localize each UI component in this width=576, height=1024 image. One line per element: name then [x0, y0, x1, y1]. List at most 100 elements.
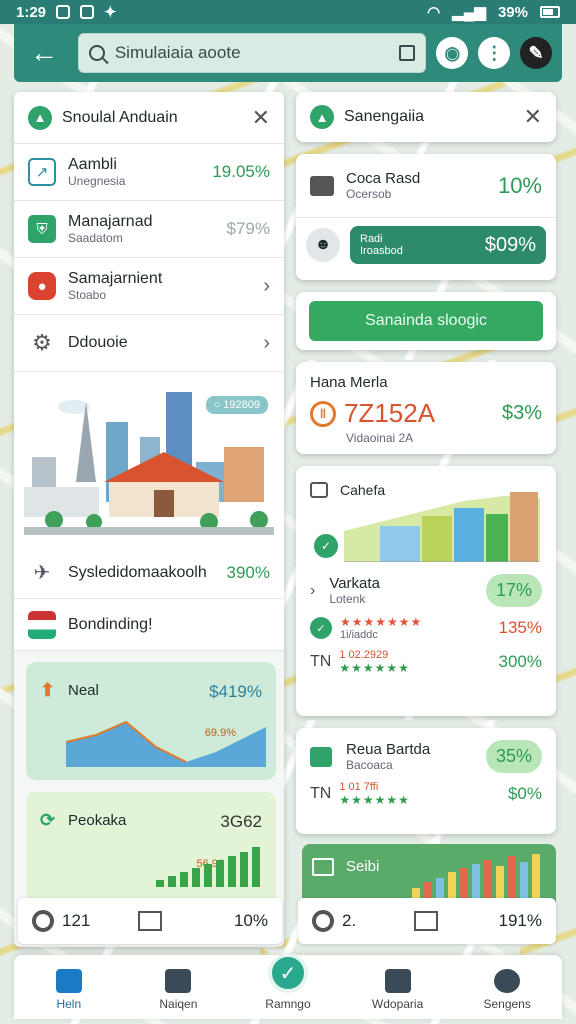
city-illustration: ○ 192809: [14, 372, 284, 547]
bar-chart-icon: [310, 746, 332, 767]
back-arrow-icon[interactable]: ←: [24, 33, 64, 73]
nav-label: Sengens: [483, 997, 531, 1011]
rating-stars: ★★★★★★: [339, 661, 410, 675]
left-footer: 121 10%: [18, 898, 282, 944]
left-panel-header: ▲ Snoulal Anduain ✕: [14, 92, 284, 144]
right-panel-title: Sanengaiia: [344, 108, 425, 125]
camera-icon[interactable]: [414, 911, 439, 931]
profile-icon[interactable]: ◉: [436, 37, 469, 69]
card-subtitle: Ocersob: [346, 187, 392, 201]
gallery-icon: [165, 969, 192, 993]
item-title: Samajarnient: [68, 270, 163, 287]
card-title: Seibi: [346, 858, 380, 875]
arrow-icon: ›: [310, 581, 316, 599]
image-icon: [312, 858, 334, 876]
stat-card[interactable]: Hana Merla ‖ 7Z152A $3% Vidaoinai 2A: [296, 362, 556, 454]
list-item[interactable]: ⛨ Manajarnad Saadatom $79%: [14, 201, 284, 258]
bookmark-icon: [80, 5, 95, 19]
search-placeholder: Simulaiaia aoote: [114, 43, 241, 62]
row-sub: 1 01 7ffi: [339, 781, 379, 793]
status-time: 1:29: [16, 3, 47, 21]
nav-center[interactable]: ✓ Ramngo: [243, 953, 333, 1011]
mini-bar-chart: [156, 847, 260, 887]
footer-percent: 10%: [233, 911, 268, 930]
chart-icon: ↗: [28, 158, 56, 186]
primary-action-button[interactable]: Sanainda sloogic: [309, 301, 543, 341]
person-icon: [494, 969, 521, 993]
chart-card[interactable]: Seibi: [302, 844, 556, 904]
right-panel: ▲ Sanengaiia ✕ Coca Rasd Ocersob 10% ☻ R…: [296, 92, 560, 947]
close-icon[interactable]: ✕: [252, 105, 270, 131]
stat-card[interactable]: Reua Bartda Bacoaca 35% TN 1 01 7ffi ★★★…: [296, 728, 556, 834]
card-label: Neal: [68, 682, 99, 699]
footer-count: 2.: [342, 911, 357, 930]
card-value: 3G62: [220, 812, 262, 831]
item-title: Sysledidomaakoolh: [68, 563, 207, 581]
row-sub: 1 02.2929: [339, 649, 389, 661]
nav-label: Ramngo: [265, 997, 311, 1011]
card-value: 17%: [485, 574, 542, 607]
bag-icon[interactable]: [399, 45, 416, 61]
stat-card[interactable]: ⟳ Peokaka 3G62 56.90: [26, 792, 276, 910]
mini-bar-chart: [412, 854, 540, 904]
refresh-icon: ⟳: [40, 810, 56, 830]
nav-label: Naiqen: [159, 997, 198, 1011]
item-title: Manajarnad: [68, 213, 153, 230]
avatar[interactable]: ✎: [520, 37, 552, 69]
nav-documents[interactable]: Wdoparia: [353, 969, 443, 1011]
row-value: 300%: [498, 652, 542, 671]
row-label: TN: [310, 785, 332, 802]
card-title: Coca Rasd: [346, 170, 421, 187]
row-label: TN: [310, 653, 332, 670]
card-subtitle: Vidaoinai 2A: [346, 431, 414, 445]
card-value: 35%: [485, 740, 542, 773]
list-item[interactable]: Bondinding!: [14, 599, 284, 651]
search-input[interactable]: Simulaiaia aoote: [77, 33, 427, 73]
item-value: 390%: [226, 562, 270, 582]
list-item[interactable]: ⚙ Ddouoie ›: [14, 315, 284, 372]
footer-count: 121: [62, 911, 91, 930]
list-item[interactable]: ● Samajarnient Stoabo ›: [14, 258, 284, 315]
bottom-navigation: Heln Naiqen ✓ Ramngo Wdoparia Sengens: [14, 953, 562, 1019]
item-title: Ddouoie: [68, 334, 128, 351]
nav-settings[interactable]: Sengens: [462, 969, 552, 1011]
item-title: Aambli: [68, 156, 117, 173]
settings-icon: ✦: [104, 4, 117, 21]
gallery-icon: [56, 5, 71, 19]
document-icon: [384, 969, 411, 993]
action-card: Sanainda sloogic: [296, 292, 556, 350]
mini-area-chart: [66, 720, 266, 767]
card-value: 10%: [497, 172, 542, 198]
target-icon[interactable]: [32, 910, 54, 932]
list-item[interactable]: ↗ Aambli Unegnesia 19.05%: [14, 144, 284, 201]
summary-card[interactable]: Coca Rasd Ocersob 10% ☻ Radi Iroasbod $0…: [296, 154, 556, 280]
check-icon: ✓: [314, 534, 338, 558]
battery-icon: [540, 6, 560, 18]
status-bar: 1:29 ✦ ◠ ▂▄▆ 39%: [0, 0, 576, 24]
nav-label: Wdoparia: [371, 997, 424, 1011]
list-item[interactable]: ✈ Sysledidomaakoolh 390%: [14, 547, 284, 599]
image-icon[interactable]: [138, 911, 163, 931]
chevron-right-icon: ›: [263, 274, 270, 297]
close-icon[interactable]: ✕: [524, 104, 542, 130]
chart-card[interactable]: Cahefa ✓ › Varkata Lotenk 17% ✓ ★★★★★★★ …: [296, 466, 556, 716]
rating-stars: ★★★★★★: [339, 793, 410, 807]
item-title: Bondinding!: [68, 615, 153, 633]
card-subtitle: Lotenk: [329, 592, 366, 606]
nav-gallery[interactable]: Naiqen: [133, 969, 223, 1011]
pill-title: Radi: [360, 233, 383, 245]
target-icon[interactable]: [312, 910, 334, 932]
chevron-right-icon: ›: [263, 331, 270, 354]
card-title: Hana Merla: [310, 374, 388, 391]
stacked-area-chart: [344, 492, 540, 562]
chart-icon: [310, 482, 328, 498]
wifi-icon: ◠: [427, 4, 441, 21]
stat-card[interactable]: ⬆ Neal $419% 69.9%: [26, 662, 276, 780]
item-subtitle: Unegnesia: [68, 174, 126, 188]
shield-icon: ⛨: [28, 215, 56, 243]
right-panel-header: ▲ Sanengaiia ✕: [296, 92, 556, 142]
item-value: 19.05%: [212, 162, 270, 181]
home-icon: [55, 969, 82, 993]
more-options-icon[interactable]: ⋮: [478, 37, 511, 69]
nav-home[interactable]: Heln: [24, 969, 114, 1011]
